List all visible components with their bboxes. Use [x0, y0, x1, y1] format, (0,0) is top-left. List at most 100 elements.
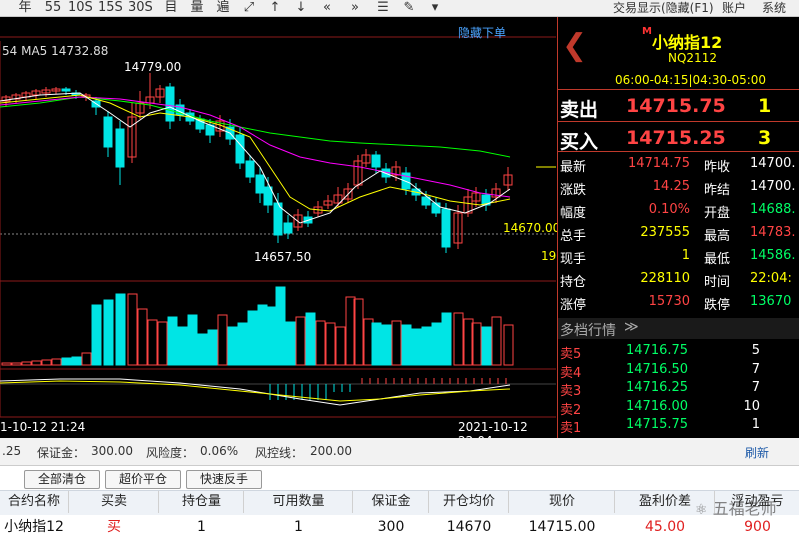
price-line-label: 14670.00 — [503, 221, 561, 235]
depth-price[interactable]: 14716.75 — [626, 343, 688, 358]
hide-orders-link[interactable]: 隐藏下单 — [458, 24, 506, 41]
arrow-up-icon[interactable]: ↑ — [264, 0, 286, 16]
15s-tab[interactable]: 15S — [98, 0, 123, 16]
arrow-down-icon[interactable]: ↓ — [290, 0, 312, 16]
depth-qty: 5 — [751, 343, 760, 358]
col-pnl-spread-header[interactable]: 盈利价差 — [616, 491, 715, 513]
position-cell[interactable]: 14670 — [430, 516, 508, 538]
toggle-trade-display[interactable]: 交易显示(隐藏(F1) — [613, 0, 714, 16]
volume-bar — [115, 293, 126, 366]
depth-qty: 10 — [743, 398, 760, 414]
depth-price[interactable]: 14716.25 — [626, 380, 688, 395]
volume-bar — [285, 321, 296, 366]
quote-label: 开盘 — [704, 206, 731, 221]
toolbar: 年 55 10S 15S 30S 目量遍 ⤢ ↑ ↓ « » ☰ ✎ ▾ 交易显示(隐藏(F1) 账户 系统 — [0, 0, 799, 17]
system-menu[interactable]: 系统 — [762, 0, 786, 16]
risk-value: 0.06% — [200, 444, 239, 458]
volume-bar — [431, 322, 442, 366]
quote-value: 15730 — [648, 294, 690, 309]
time-start-label: 1-10-12 21:24 — [0, 420, 86, 434]
quote-value: 1 — [681, 248, 690, 263]
volume-bar — [503, 324, 514, 366]
volume-bar — [51, 358, 62, 366]
col-float-pnl-header[interactable]: 浮动盈亏 — [716, 491, 799, 513]
volume-bar — [197, 333, 208, 366]
volume-bar — [127, 293, 138, 366]
10s-tab[interactable]: 10S — [68, 0, 93, 16]
position-cell[interactable]: 300 — [354, 516, 428, 538]
quote-label: 昨结 — [704, 183, 731, 198]
volume-bar — [103, 299, 114, 366]
position-cell[interactable]: 900 — [716, 516, 799, 538]
quote-value: 14688. — [750, 202, 796, 217]
kline-chart[interactable]: 54 MA5 14732.88 隐藏下单 14779.00 14657.50 1… — [0, 17, 560, 448]
position-cell[interactable]: 1 — [160, 516, 243, 538]
transfer-icon[interactable]: 遍 — [212, 0, 234, 16]
quote-label: 总手 — [560, 229, 587, 244]
volume-bar — [41, 359, 52, 366]
depth-qty: 7 — [751, 380, 760, 395]
over-price-close-button[interactable]: 超价平仓 — [105, 470, 181, 489]
double-left-icon[interactable]: « — [316, 0, 338, 16]
position-cell[interactable]: 45.00 — [616, 516, 714, 538]
col-available-header[interactable]: 可用数量 — [245, 491, 353, 513]
volume-icon[interactable]: 量 — [186, 0, 208, 16]
close-all-button[interactable]: 全部清仓 — [24, 470, 100, 489]
caret-down-icon[interactable]: ▾ — [424, 0, 446, 16]
quote-value: 228110 — [640, 271, 690, 286]
quote-stats: 最新 14714.75 昨收 14700. 涨跌 14.25 昨结 14700. 幅度 0.10%… — [558, 156, 799, 316]
quote-value: 14.25 — [652, 179, 690, 194]
depth-price[interactable]: 14716.50 — [626, 362, 688, 377]
position-cell[interactable]: 小纳指12 — [0, 516, 68, 538]
col-contract-header[interactable]: 合约名称 — [0, 491, 69, 513]
buy-price[interactable]: 14715.25 — [626, 127, 726, 149]
col-side-header[interactable]: 买卖 — [70, 491, 159, 513]
refresh-link[interactable]: 刷新 — [745, 444, 769, 461]
pencil-icon[interactable]: ✎ — [398, 0, 420, 16]
55s-tab[interactable]: 55 — [42, 0, 64, 16]
double-chevron-down-icon[interactable]: ≫ — [624, 319, 639, 335]
account-menu[interactable]: 账户 — [722, 0, 746, 16]
volume-bar — [411, 328, 422, 366]
volume-bar — [237, 322, 248, 366]
depth-level-label: 卖4 — [560, 365, 582, 381]
expand-icon[interactable]: ⤢ — [238, 0, 260, 16]
volume-bar — [441, 312, 452, 366]
col-open-price-header[interactable]: 开仓均价 — [430, 491, 509, 513]
position-cell[interactable]: 1 — [245, 516, 352, 538]
candle-body — [441, 208, 451, 248]
menu-icon[interactable]: ☰ — [372, 0, 394, 16]
quote-label: 昨收 — [704, 160, 731, 175]
double-right-icon[interactable]: » — [344, 0, 366, 16]
candle-body — [115, 128, 125, 168]
volume-bar — [275, 286, 286, 366]
quote-label: 涨停 — [560, 298, 587, 313]
candle-body — [255, 174, 265, 194]
sell-price[interactable]: 14715.75 — [626, 95, 726, 117]
catalog-icon[interactable]: 目 — [160, 0, 182, 16]
quick-reverse-button[interactable]: 快速反手 — [186, 470, 262, 489]
position-cell[interactable]: 买 — [70, 516, 158, 538]
year-tab[interactable]: 年 — [14, 0, 36, 16]
col-last-header[interactable]: 现价 — [510, 491, 615, 513]
col-margin-header[interactable]: 保证金 — [354, 491, 429, 513]
back-chevron-icon[interactable]: ❮ — [562, 31, 587, 61]
depth-level-label: 卖5 — [560, 347, 582, 362]
risk-label: 风险度： — [146, 446, 195, 460]
candle-body — [371, 154, 381, 168]
name-marker: M — [642, 26, 652, 37]
30s-tab[interactable]: 30S — [128, 0, 153, 16]
kline-chart-svg — [0, 36, 556, 418]
quote-label: 最高 — [704, 229, 731, 244]
side-label: 19 — [541, 249, 557, 263]
depth-price[interactable]: 14715.75 — [626, 417, 688, 432]
volume-bar — [453, 312, 464, 366]
candle-body — [103, 116, 113, 148]
position-cell[interactable]: 14715.00 — [510, 516, 614, 538]
volume-bar — [207, 329, 218, 366]
depth-level-label: 卖3 — [560, 384, 582, 399]
depth-header[interactable]: 多档行情 ≫ — [558, 318, 799, 339]
volume-bar — [217, 314, 228, 366]
depth-price[interactable]: 14716.00 — [626, 399, 688, 414]
col-position-header[interactable]: 持仓量 — [160, 491, 244, 513]
